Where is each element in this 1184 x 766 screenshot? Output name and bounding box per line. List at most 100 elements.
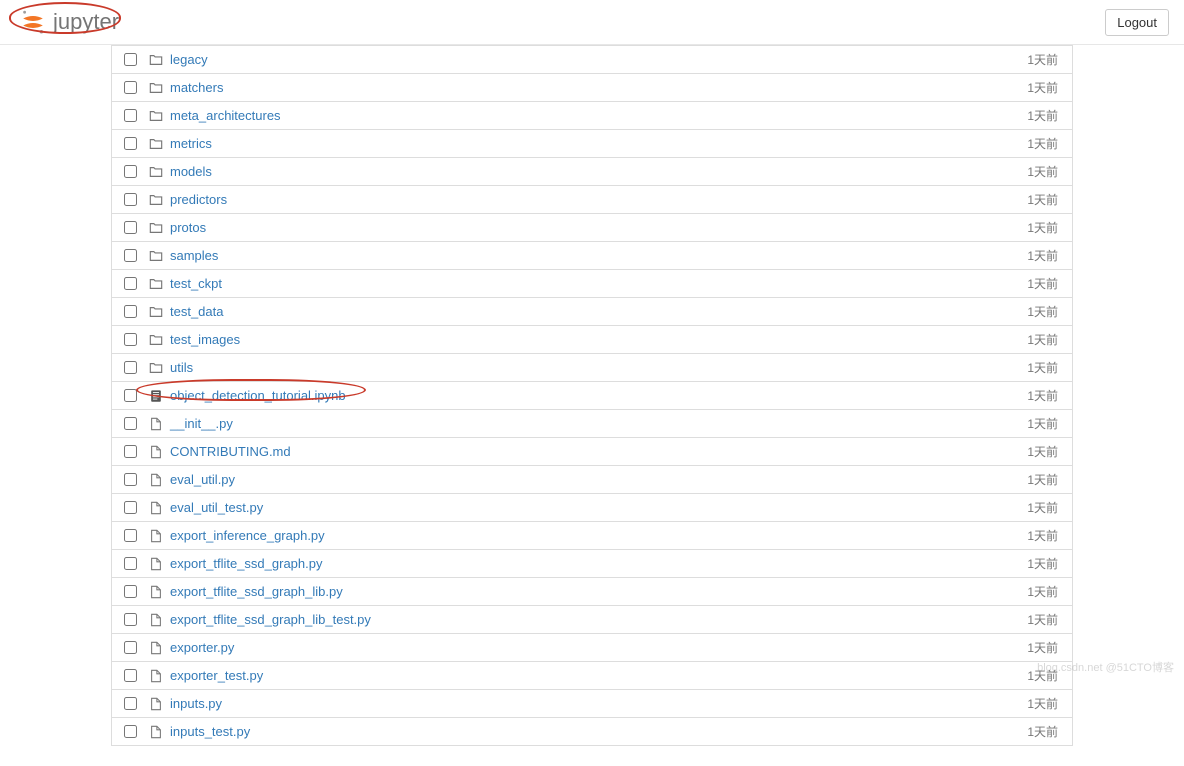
select-checkbox[interactable]: [124, 585, 137, 598]
list-item: object_detection_tutorial.ipynb1天前: [111, 381, 1073, 410]
item-link[interactable]: exporter.py: [170, 640, 1027, 655]
file-icon: [149, 473, 163, 487]
file-icon: [149, 669, 163, 683]
item-link[interactable]: predictors: [170, 192, 1027, 207]
folder-icon: [149, 361, 163, 375]
item-link[interactable]: test_data: [170, 304, 1027, 319]
select-checkbox[interactable]: [124, 669, 137, 682]
list-item: models1天前: [111, 157, 1073, 186]
list-item: test_data1天前: [111, 297, 1073, 326]
select-checkbox[interactable]: [124, 641, 137, 654]
select-checkbox[interactable]: [124, 53, 137, 66]
item-modified: 1天前: [1027, 555, 1064, 572]
item-modified: 1天前: [1027, 443, 1064, 460]
select-checkbox[interactable]: [124, 725, 137, 738]
select-checkbox[interactable]: [124, 165, 137, 178]
jupyter-logo[interactable]: jupyter: [19, 8, 119, 36]
item-modified: 1天前: [1027, 135, 1064, 152]
select-checkbox[interactable]: [124, 81, 137, 94]
item-link[interactable]: metrics: [170, 136, 1027, 151]
select-checkbox[interactable]: [124, 501, 137, 514]
folder-icon: [149, 53, 163, 67]
select-checkbox[interactable]: [124, 249, 137, 262]
select-checkbox[interactable]: [124, 193, 137, 206]
list-item: CONTRIBUTING.md1天前: [111, 437, 1073, 466]
item-modified: 1天前: [1027, 303, 1064, 320]
item-link[interactable]: utils: [170, 360, 1027, 375]
item-link[interactable]: legacy: [170, 52, 1027, 67]
select-checkbox[interactable]: [124, 613, 137, 626]
list-item: inputs_test.py1天前: [111, 717, 1073, 746]
folder-icon: [149, 249, 163, 263]
folder-icon: [149, 333, 163, 347]
list-item: inputs.py1天前: [111, 689, 1073, 718]
folder-icon: [149, 221, 163, 235]
list-item: samples1天前: [111, 241, 1073, 270]
select-checkbox[interactable]: [124, 305, 137, 318]
item-modified: 1天前: [1027, 79, 1064, 96]
logout-button[interactable]: Logout: [1105, 9, 1169, 36]
list-item: test_images1天前: [111, 325, 1073, 354]
list-item: exporter.py1天前: [111, 633, 1073, 662]
file-icon: [149, 697, 163, 711]
select-checkbox[interactable]: [124, 333, 137, 346]
list-item: matchers1天前: [111, 73, 1073, 102]
item-link[interactable]: meta_architectures: [170, 108, 1027, 123]
item-link[interactable]: eval_util_test.py: [170, 500, 1027, 515]
item-modified: 1天前: [1027, 359, 1064, 376]
select-checkbox[interactable]: [124, 389, 137, 402]
item-modified: 1天前: [1027, 107, 1064, 124]
item-link[interactable]: export_tflite_ssd_graph_lib_test.py: [170, 612, 1027, 627]
list-item: protos1天前: [111, 213, 1073, 242]
item-link[interactable]: __init__.py: [170, 416, 1027, 431]
list-item: meta_architectures1天前: [111, 101, 1073, 130]
folder-icon: [149, 109, 163, 123]
file-list: legacy1天前matchers1天前meta_architectures1天…: [111, 45, 1073, 766]
select-checkbox[interactable]: [124, 417, 137, 430]
item-link[interactable]: CONTRIBUTING.md: [170, 444, 1027, 459]
list-item: export_tflite_ssd_graph_lib_test.py1天前: [111, 605, 1073, 634]
item-link[interactable]: test_ckpt: [170, 276, 1027, 291]
item-modified: 1天前: [1027, 527, 1064, 544]
item-modified: 1天前: [1027, 415, 1064, 432]
folder-icon: [149, 137, 163, 151]
file-icon: [149, 529, 163, 543]
item-link[interactable]: export_tflite_ssd_graph.py: [170, 556, 1027, 571]
folder-icon: [149, 305, 163, 319]
select-checkbox[interactable]: [124, 557, 137, 570]
item-link[interactable]: matchers: [170, 80, 1027, 95]
item-link[interactable]: inputs_test.py: [170, 724, 1027, 739]
list-item: export_tflite_ssd_graph.py1天前: [111, 549, 1073, 578]
select-checkbox[interactable]: [124, 697, 137, 710]
item-link[interactable]: protos: [170, 220, 1027, 235]
item-modified: 1天前: [1027, 583, 1064, 600]
select-checkbox[interactable]: [124, 109, 137, 122]
file-icon: [149, 445, 163, 459]
list-item: eval_util_test.py1天前: [111, 493, 1073, 522]
item-modified: 1天前: [1027, 51, 1064, 68]
select-checkbox[interactable]: [124, 529, 137, 542]
item-link[interactable]: object_detection_tutorial.ipynb: [170, 388, 1027, 403]
list-item: export_inference_graph.py1天前: [111, 521, 1073, 550]
item-link[interactable]: eval_util.py: [170, 472, 1027, 487]
notebook-icon: [149, 389, 163, 403]
select-checkbox[interactable]: [124, 361, 137, 374]
list-item: legacy1天前: [111, 45, 1073, 74]
select-checkbox[interactable]: [124, 137, 137, 150]
item-link[interactable]: export_tflite_ssd_graph_lib.py: [170, 584, 1027, 599]
select-checkbox[interactable]: [124, 221, 137, 234]
list-item: utils1天前: [111, 353, 1073, 382]
folder-icon: [149, 277, 163, 291]
item-link[interactable]: test_images: [170, 332, 1027, 347]
item-link[interactable]: export_inference_graph.py: [170, 528, 1027, 543]
item-link[interactable]: samples: [170, 248, 1027, 263]
item-link[interactable]: models: [170, 164, 1027, 179]
select-checkbox[interactable]: [124, 445, 137, 458]
item-modified: 1天前: [1027, 471, 1064, 488]
select-checkbox[interactable]: [124, 473, 137, 486]
file-icon: [149, 557, 163, 571]
item-modified: 1天前: [1027, 275, 1064, 292]
item-link[interactable]: inputs.py: [170, 696, 1027, 711]
item-modified: 1天前: [1027, 387, 1064, 404]
select-checkbox[interactable]: [124, 277, 137, 290]
